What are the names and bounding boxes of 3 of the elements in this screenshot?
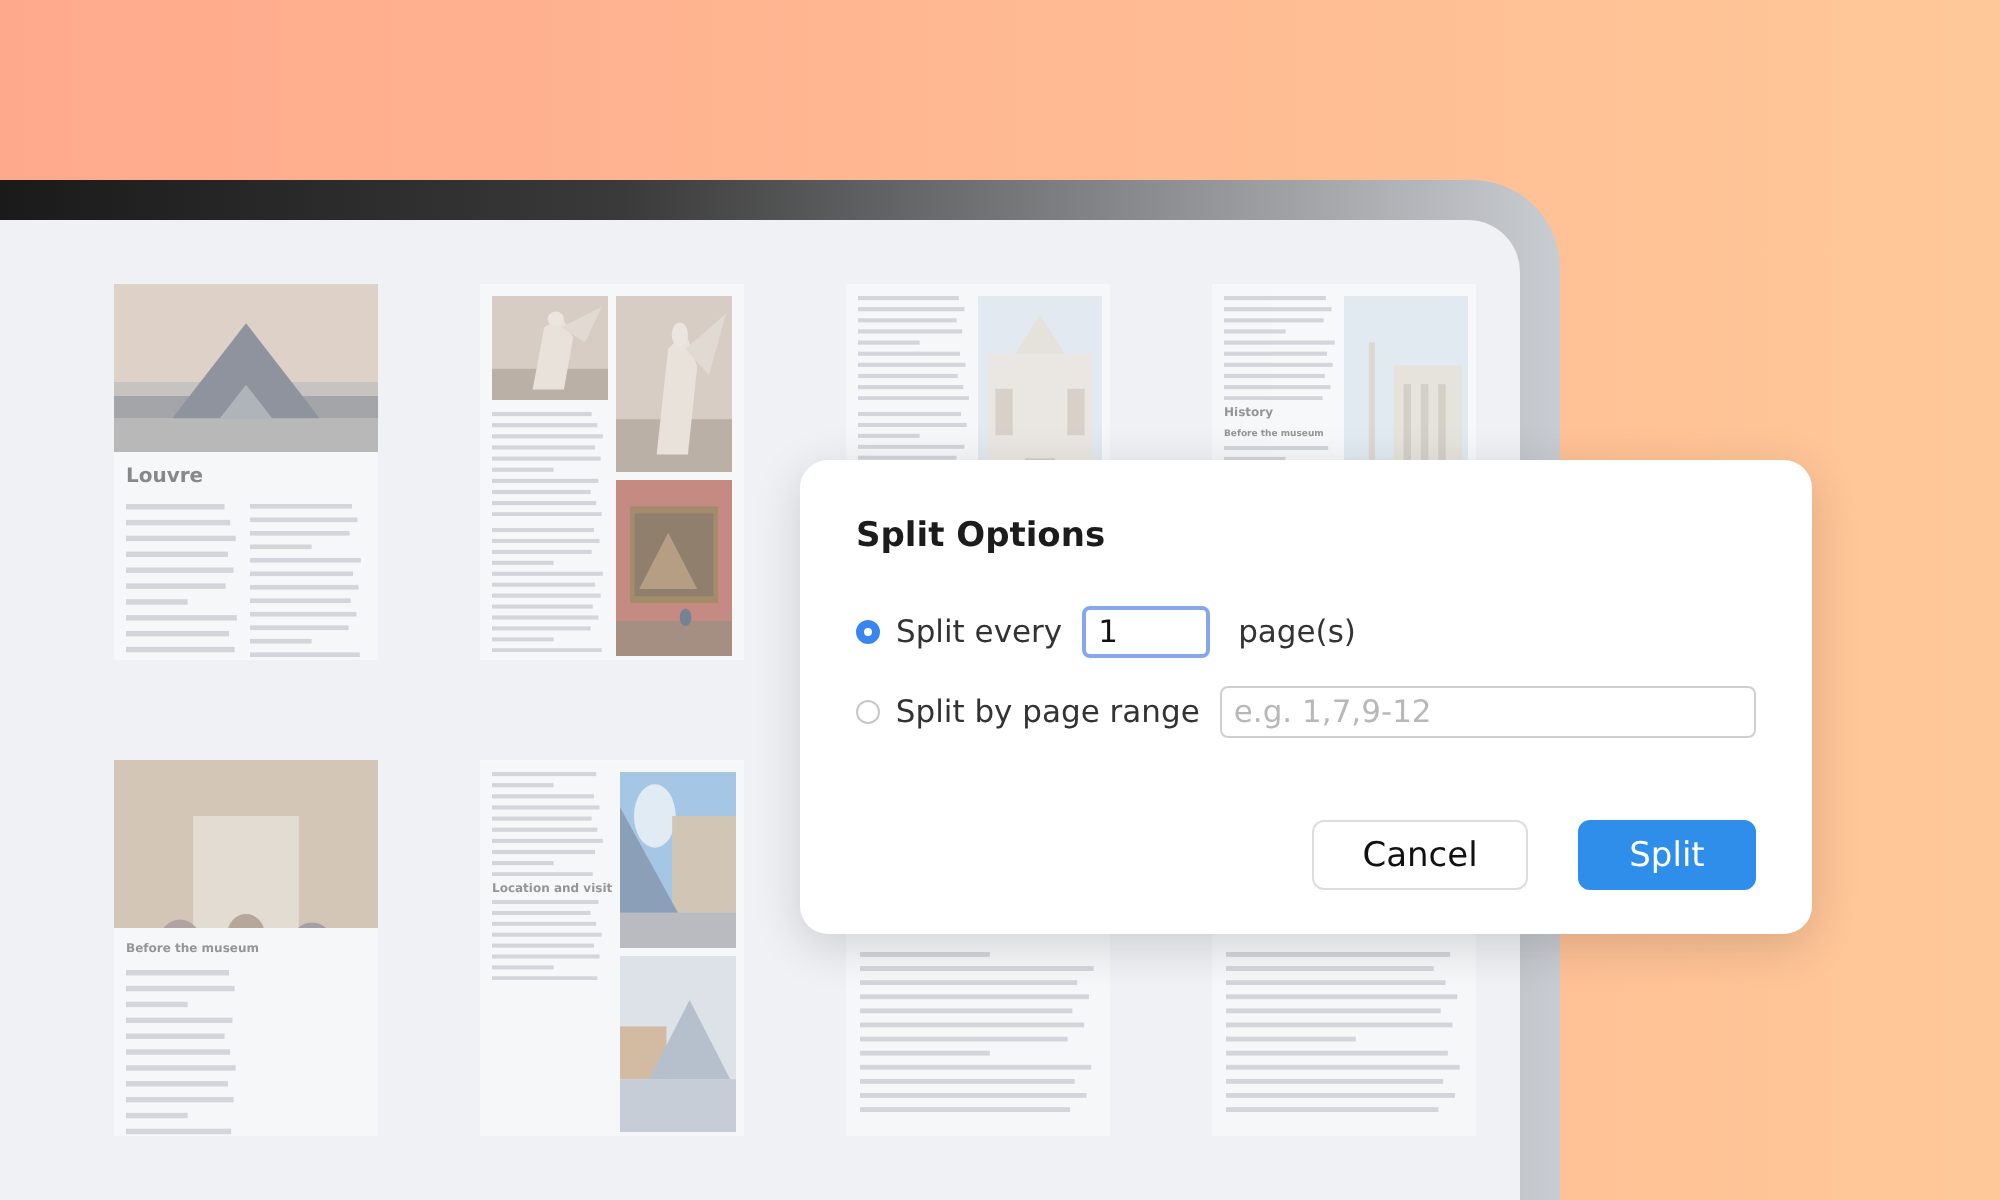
dialog-title: Split Options (856, 516, 1108, 556)
page-heading: Louvre (126, 466, 206, 490)
unit-label: page(s) (1238, 614, 1356, 650)
